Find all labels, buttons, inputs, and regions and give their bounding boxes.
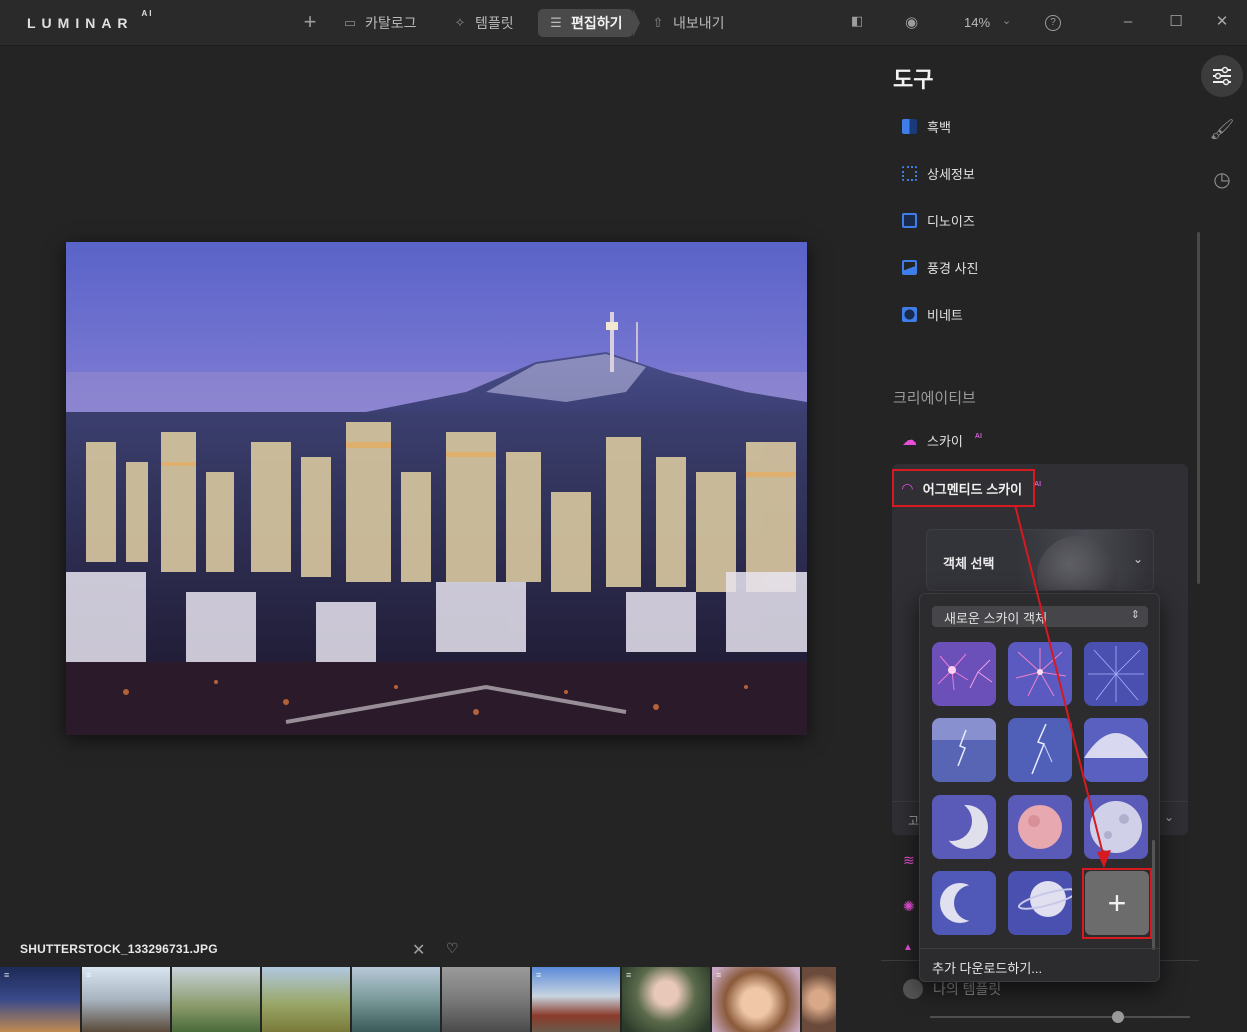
brush-tab[interactable]: 🖌 xyxy=(1201,108,1243,150)
highlight-box xyxy=(892,469,1035,507)
filmstrip-thumb[interactable]: ≡ xyxy=(532,967,620,1032)
vignette-icon xyxy=(902,306,917,322)
history-tab[interactable]: ◷ xyxy=(1201,158,1243,200)
folder-icon: ▭ xyxy=(343,15,357,30)
denoise-icon xyxy=(902,212,917,228)
filmstrip-thumb[interactable] xyxy=(802,967,836,1032)
filmstrip-thumb[interactable]: ≡ xyxy=(82,967,170,1032)
clock-icon: ◷ xyxy=(1213,168,1231,191)
chevron-down-icon[interactable]: ⌄ xyxy=(1002,14,1011,27)
sky-object-category-select[interactable]: 새로운 스카이 객체 ⇕ xyxy=(932,606,1148,627)
sliders-icon: ≡ xyxy=(4,970,10,980)
nav-export[interactable]: ⇧ 내보내기 xyxy=(644,9,731,37)
sliders-icon: ≡ xyxy=(626,970,632,980)
filmstrip-thumb[interactable] xyxy=(262,967,350,1032)
tool-denoise[interactable]: 디노이즈 xyxy=(902,209,975,231)
brush-icon: 🖌 xyxy=(1209,118,1235,141)
top-bar: LUMINAR AI + ▭ 카탈로그 ✧ 템플릿 ☰ 편집하기 ⇧ 내보내기 … xyxy=(0,0,1247,46)
download-more-link[interactable]: 추가 다운로드하기... xyxy=(932,958,1042,977)
export-icon: ⇧ xyxy=(652,15,664,30)
tool-sky[interactable]: ☁ 스카이 AI xyxy=(902,429,982,451)
sun-icon[interactable]: ✺ xyxy=(903,898,915,915)
sky-object-moon-4[interactable] xyxy=(1084,795,1148,859)
slider-handle[interactable] xyxy=(1112,1011,1124,1023)
tools-tab[interactable] xyxy=(1201,55,1243,97)
panel-scrollbar[interactable] xyxy=(1197,232,1200,584)
close-icon[interactable]: ✕ xyxy=(412,940,425,960)
tool-bw[interactable]: 흑백 xyxy=(902,115,951,137)
bw-icon xyxy=(902,118,917,134)
eye-icon[interactable]: ◉ xyxy=(905,13,918,31)
my-templates[interactable]: 나의 템플릿 xyxy=(903,979,1001,999)
chevron-down-icon: ⌄ xyxy=(1132,552,1143,566)
section-creative: 크리에이티브 xyxy=(893,390,976,407)
filmstrip: ≡ ≡ ≡ ≡ ≡ xyxy=(0,967,872,1032)
updown-icon: ⇕ xyxy=(1130,609,1140,621)
tool-icon[interactable]: ▲ xyxy=(903,942,913,953)
zoom-level[interactable]: 14% xyxy=(964,15,990,30)
object-select-dropdown[interactable]: 객체 선택 ⌄ xyxy=(926,529,1154,591)
filmstrip-thumb[interactable] xyxy=(172,967,260,1032)
cloud-icon: ☁ xyxy=(902,432,917,449)
heart-icon[interactable]: ♡ xyxy=(446,940,459,957)
compare-icon[interactable]: ◧ xyxy=(851,13,863,29)
panel-title: 도구 xyxy=(893,67,934,92)
sliders-icon xyxy=(1213,66,1231,86)
divider xyxy=(920,948,1159,949)
help-icon[interactable]: ? xyxy=(1045,15,1061,31)
details-icon xyxy=(902,165,917,181)
sky-object-planet[interactable] xyxy=(1008,871,1072,935)
minimize-icon[interactable]: – xyxy=(1118,12,1138,32)
waves-icon[interactable]: ≋ xyxy=(903,852,915,869)
landscape-icon xyxy=(902,259,917,275)
sky-object-lightning-1[interactable] xyxy=(932,718,996,782)
tool-vignette[interactable]: 비네트 xyxy=(902,303,963,325)
sky-object-fireworks-3[interactable] xyxy=(1084,642,1148,706)
nav-edit[interactable]: ☰ 편집하기 xyxy=(538,9,640,37)
filmstrip-thumb[interactable]: ≡ xyxy=(622,967,710,1032)
main-photo[interactable] xyxy=(66,242,807,735)
sky-object-moon-5[interactable] xyxy=(932,871,996,935)
sky-object-moon-3[interactable] xyxy=(1008,795,1072,859)
sky-object-fireworks-1[interactable] xyxy=(932,642,996,706)
maximize-icon[interactable]: ☐ xyxy=(1166,12,1186,32)
close-icon[interactable]: ✕ xyxy=(1212,12,1232,32)
popup-scrollbar[interactable] xyxy=(1152,840,1155,950)
filmstrip-thumb[interactable] xyxy=(442,967,530,1032)
amount-slider[interactable] xyxy=(930,1016,1190,1018)
moon-preview xyxy=(1037,536,1117,590)
tool-details[interactable]: 상세정보 xyxy=(902,162,975,184)
sky-object-lightning-2[interactable] xyxy=(1008,718,1072,782)
magic-wand-icon: ✧ xyxy=(454,15,466,30)
nav-catalog[interactable]: ▭ 카탈로그 xyxy=(336,9,423,37)
add-photos-button[interactable]: + xyxy=(298,11,322,35)
highlight-box xyxy=(1082,868,1152,939)
app-logo: LUMINAR AI xyxy=(27,9,154,31)
sky-object-moon-1[interactable] xyxy=(1084,718,1148,782)
chevron-down-icon: ⌄ xyxy=(1163,810,1174,824)
sliders-icon: ≡ xyxy=(716,970,722,980)
sliders-icon: ≡ xyxy=(536,970,542,980)
filmstrip-thumb[interactable]: ≡ xyxy=(0,967,80,1032)
nav-templates[interactable]: ✧ 템플릿 xyxy=(446,9,520,37)
filmstrip-thumb[interactable]: ≡ xyxy=(712,967,800,1032)
sliders-icon: ≡ xyxy=(86,970,92,980)
filename-label: SHUTTERSTOCK_133296731.JPG xyxy=(20,942,218,956)
tool-landscape[interactable]: 풍경 사진 xyxy=(902,256,978,278)
template-avatar xyxy=(903,979,923,999)
filmstrip-thumb[interactable] xyxy=(352,967,440,1032)
sky-object-fireworks-2[interactable] xyxy=(1008,642,1072,706)
sliders-icon: ☰ xyxy=(550,15,562,30)
sky-object-moon-2[interactable] xyxy=(932,795,996,859)
